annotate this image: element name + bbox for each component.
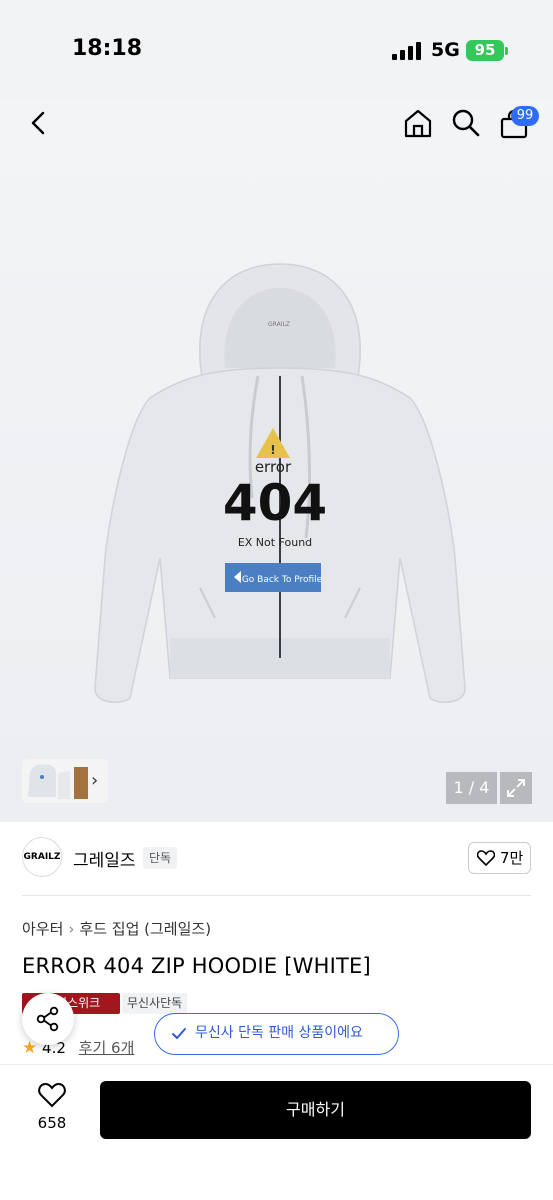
breadcrumb-subcategory[interactable]: 후드 집업 (그레일즈)	[79, 920, 211, 938]
heart-icon	[38, 1082, 66, 1108]
print-back: Go Back To Profile	[242, 575, 323, 585]
divider	[22, 895, 531, 896]
bottom-bar-divider	[0, 1064, 553, 1065]
breadcrumb-category[interactable]: 아우터	[22, 920, 63, 938]
buy-button[interactable]: 구매하기	[100, 1081, 531, 1139]
check-icon	[172, 1028, 186, 1039]
battery-icon: 95	[466, 40, 504, 61]
brand-name[interactable]: 그레일즈	[73, 846, 136, 871]
product-image: GRAILZ ! error 404 EX Not Found Go Back …	[90, 258, 470, 718]
toast-text: 무신사 단독 판매 상품이에요	[195, 1025, 363, 1041]
product-title: ERROR 404 ZIP HOODIE [WHITE]	[22, 954, 371, 978]
breadcrumb: 아우터 › 후드 집업 (그레일즈)	[22, 920, 212, 938]
print-code: 404	[223, 474, 327, 532]
print-not-found: EX Not Found	[238, 536, 312, 549]
brand-like-button[interactable]: 7만	[468, 842, 531, 874]
brand-logo[interactable]: GRAILZ	[22, 837, 62, 877]
back-icon[interactable]	[24, 108, 54, 138]
wishlist-button[interactable]: 658	[22, 1082, 82, 1142]
brand-like-count: 7만	[500, 849, 524, 867]
chevron-right-icon[interactable]: ›	[91, 770, 98, 791]
review-link[interactable]: 후기 6개	[79, 1039, 135, 1057]
image-counter: 1 / 4	[446, 772, 497, 804]
brand-tag: 단독	[143, 847, 178, 869]
network-label: 5G	[431, 39, 460, 61]
product-page: 18:18 5G 95 99 GRAILZ ! error 404 EX Not…	[0, 0, 553, 1200]
status-time: 18:18	[72, 36, 143, 61]
wishlist-count: 658	[37, 1114, 67, 1132]
cart-count-badge: 99	[511, 106, 539, 126]
svg-text:!: !	[270, 443, 275, 457]
share-icon	[36, 1006, 59, 1032]
expand-icon[interactable]	[500, 772, 532, 804]
battery-tip	[505, 47, 508, 55]
exclusive-badge: 무신사단독	[122, 993, 188, 1014]
home-icon[interactable]	[402, 107, 434, 139]
heart-icon	[477, 850, 495, 866]
share-button[interactable]	[22, 993, 74, 1045]
status-bar: 18:18 5G 95	[0, 0, 553, 100]
exclusive-toast: 무신사 단독 판매 상품이에요	[154, 1013, 399, 1055]
collar-logo: GRAILZ	[268, 321, 290, 328]
signal-icon	[392, 42, 422, 60]
search-icon[interactable]	[451, 108, 481, 138]
